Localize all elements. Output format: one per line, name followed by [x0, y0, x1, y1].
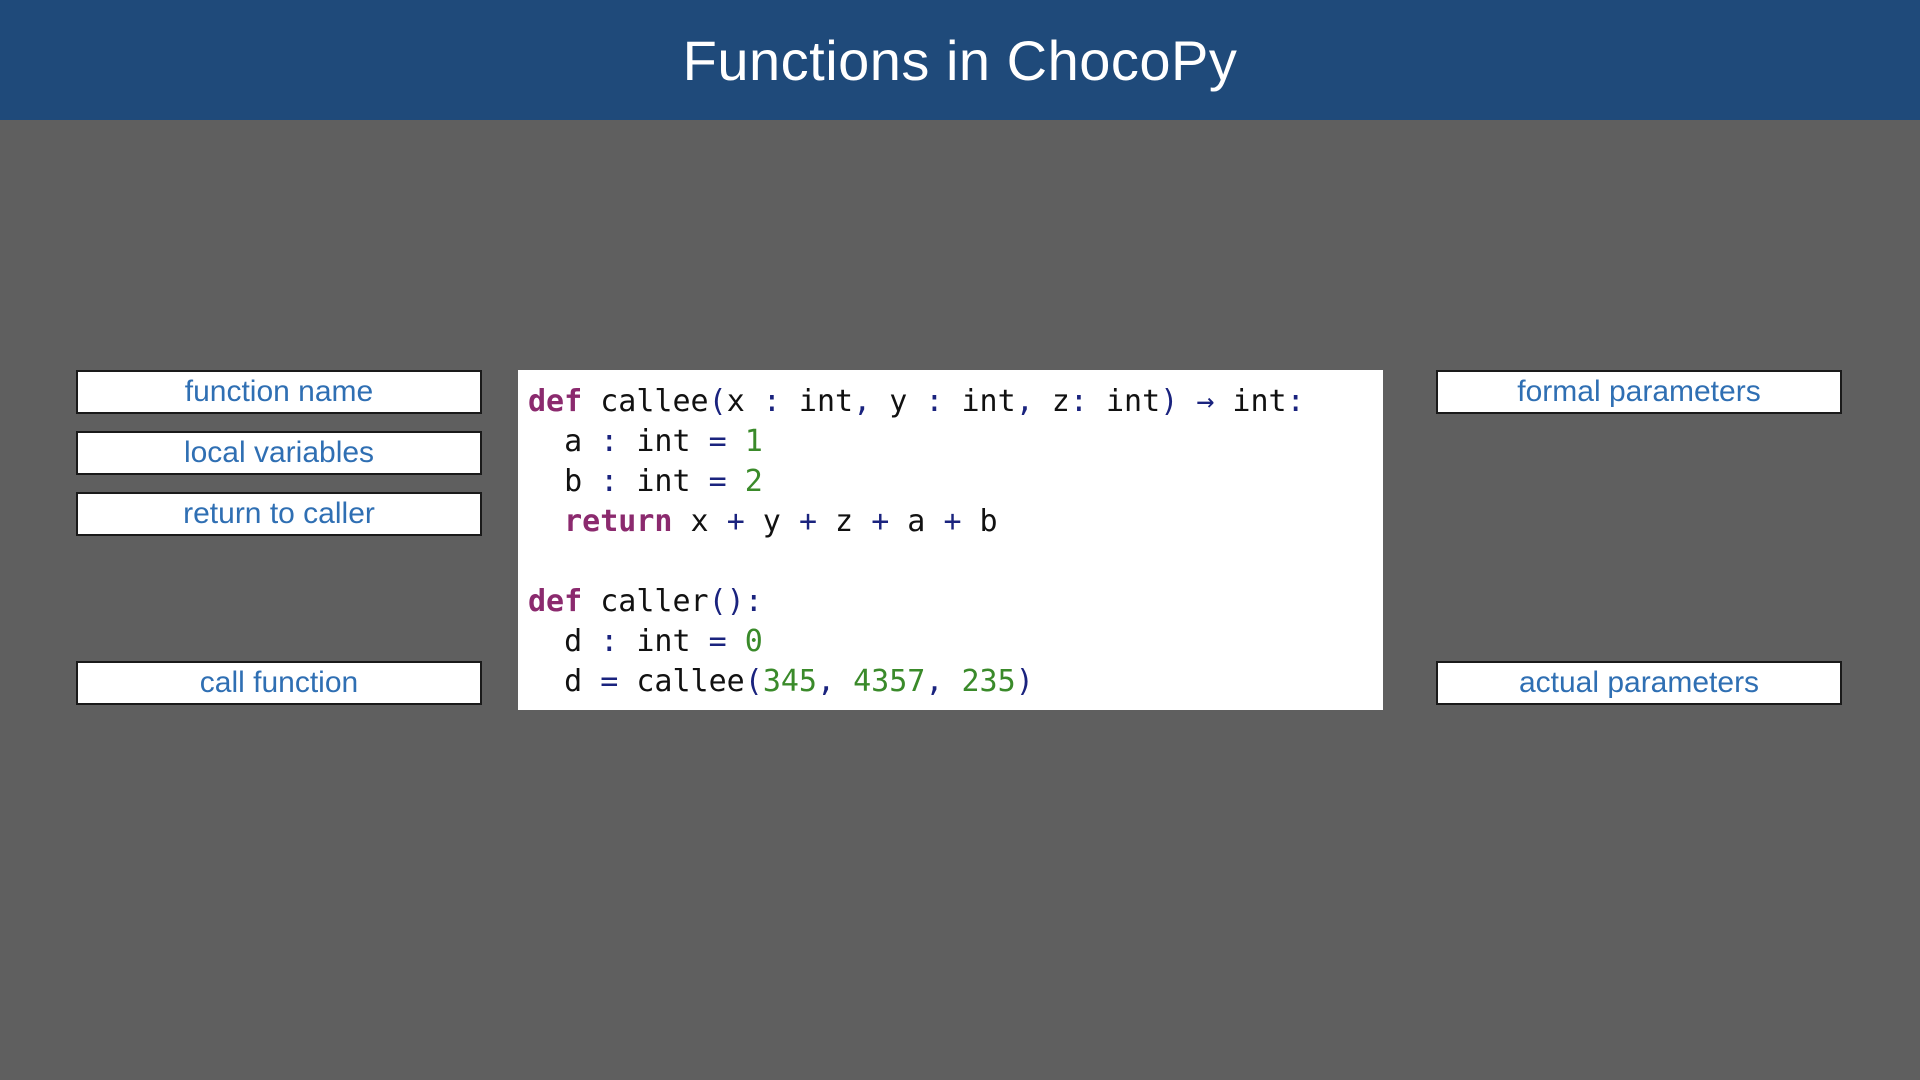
code-token: 0 [744, 624, 763, 659]
function-name-label[interactable]: function name [76, 370, 482, 414]
code-token: , [853, 384, 872, 419]
code-token: callee [618, 664, 745, 699]
code-token: int [618, 464, 709, 499]
code-token: int [1087, 384, 1161, 419]
code-token: ( [744, 664, 763, 699]
code-line: d = callee(345, 4357, 235) [528, 662, 1383, 702]
code-token: def [528, 384, 583, 419]
code-line: a : int = 1 [528, 422, 1383, 462]
code-token: : [600, 424, 619, 459]
code-token: + [871, 504, 890, 539]
formal-parameters-label[interactable]: formal parameters [1436, 370, 1842, 414]
actual-parameters-label[interactable]: actual parameters [1436, 661, 1842, 705]
code-token: , [1015, 384, 1034, 419]
code-token: y [744, 504, 799, 539]
code-token: d [528, 664, 601, 699]
code-token: : [762, 384, 781, 419]
code-token: ) [1160, 384, 1179, 419]
page-title: Functions in ChocoPy [682, 28, 1238, 92]
code-token: , [925, 664, 944, 699]
code-line: d : int = 0 [528, 622, 1383, 662]
code-token: a [528, 424, 601, 459]
code-token: int [618, 624, 709, 659]
code-token: + [943, 504, 962, 539]
return-to-caller-label[interactable]: return to caller [76, 492, 482, 536]
code-token: 235 [961, 664, 1016, 699]
code-token: = [708, 624, 727, 659]
code-line: def callee(x : int, y : int, z: int) → i… [528, 382, 1383, 422]
code-token: : [1286, 384, 1305, 419]
code-token: + [726, 504, 745, 539]
code-token: int [1214, 384, 1287, 419]
code-token: def [528, 584, 583, 619]
code-token: z [817, 504, 872, 539]
code-token: int [780, 384, 854, 419]
code-token: 4357 [853, 664, 926, 699]
local-variables-label[interactable]: local variables [76, 431, 482, 475]
call-function-label[interactable]: call function [76, 661, 482, 705]
code-token: return [564, 504, 673, 539]
code-token: b [528, 464, 601, 499]
code-panel: def callee(x : int, y : int, z: int) → i… [518, 370, 1383, 710]
code-token: callee [582, 384, 709, 419]
code-token: 2 [744, 464, 763, 499]
code-line: b : int = 2 [528, 462, 1383, 502]
code-token: = [708, 424, 727, 459]
code-token: (): [708, 584, 763, 619]
code-token: : [600, 464, 619, 499]
title-bar: Functions in ChocoPy [0, 0, 1920, 120]
code-token: : [1069, 384, 1088, 419]
code-token: int [618, 424, 709, 459]
code-token: y [871, 384, 926, 419]
code-token: ( [708, 384, 727, 419]
code-token: int [943, 384, 1016, 419]
code-token: z [1033, 384, 1070, 419]
code-token: ) [1015, 664, 1034, 699]
code-token: caller [582, 584, 709, 619]
code-token: x [726, 384, 763, 419]
code-token: : [925, 384, 944, 419]
code-token: + [798, 504, 817, 539]
code-token: = [708, 464, 727, 499]
code-token: , [817, 664, 836, 699]
code-token: a [889, 504, 944, 539]
code-token: x [672, 504, 727, 539]
code-line: return x + y + z + a + b [528, 502, 1383, 542]
code-token: d [528, 624, 601, 659]
code-token: : [600, 624, 619, 659]
code-line: def caller(): [528, 582, 1383, 622]
code-token: b [961, 504, 998, 539]
code-token: 1 [744, 424, 763, 459]
code-token: → [1196, 384, 1215, 419]
code-token: = [600, 664, 619, 699]
code-token: 345 [762, 664, 817, 699]
